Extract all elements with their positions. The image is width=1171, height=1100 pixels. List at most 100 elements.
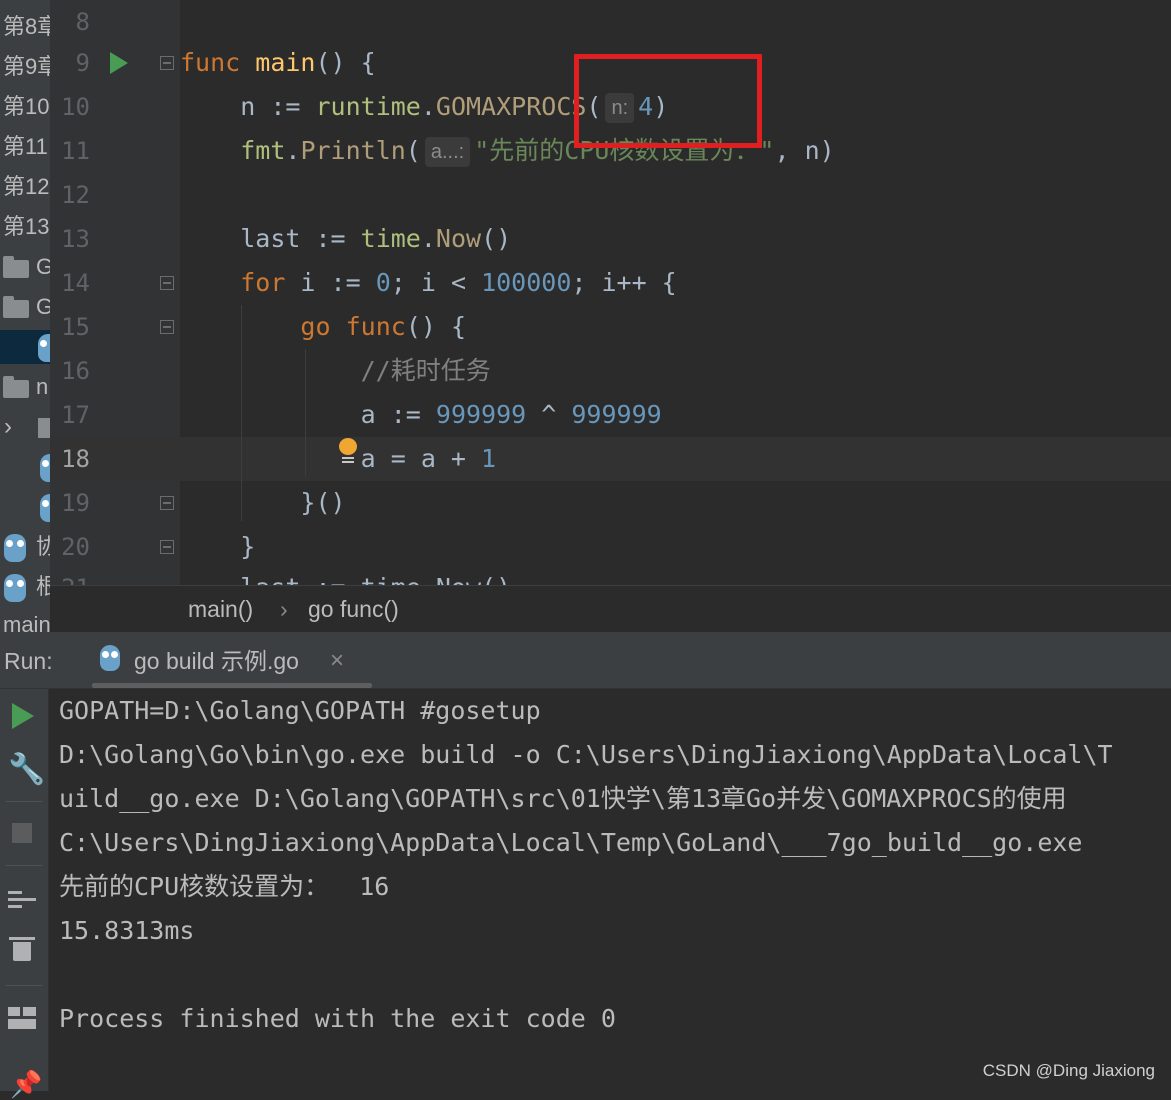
- fold-icon[interactable]: [160, 276, 174, 290]
- code-line: 15 go func() {: [50, 305, 1171, 349]
- rerun-icon[interactable]: [12, 703, 34, 729]
- number-literal: 0: [375, 268, 391, 297]
- project-item-ch13[interactable]: 第13: [0, 210, 50, 244]
- project-folder-item[interactable]: G: [0, 250, 50, 284]
- gopher-icon: [40, 454, 50, 482]
- fold-icon[interactable]: [160, 56, 174, 70]
- breadcrumb-go-func[interactable]: go func(): [308, 586, 399, 633]
- code-text: i :=: [285, 268, 376, 297]
- number-literal: 1: [481, 444, 497, 473]
- close-icon[interactable]: ×: [330, 632, 344, 690]
- stop-icon[interactable]: [12, 823, 32, 843]
- pin-icon[interactable]: 📌: [10, 1069, 42, 1099]
- function-call: Now: [435, 224, 482, 253]
- tab-active-indicator: [92, 683, 372, 688]
- run-tool-window-header: Run: go build 示例.go ×: [0, 632, 1171, 689]
- package-name: time: [360, 224, 421, 253]
- gopher-icon: [4, 574, 26, 602]
- code-line: 14 for i := 0; i < 100000; i++ {: [50, 261, 1171, 305]
- line-number: 13: [61, 225, 90, 253]
- number-literal: 999999: [435, 400, 527, 429]
- folder-icon: [3, 296, 29, 318]
- fold-icon[interactable]: [160, 540, 174, 554]
- watermark: CSDN @Ding Jiaxiong: [982, 1061, 1155, 1080]
- project-folder-item[interactable]: G: [0, 290, 50, 324]
- fold-icon[interactable]: [160, 320, 174, 334]
- function-call: Println: [300, 136, 406, 165]
- scroll-to-end-icon[interactable]: [8, 885, 38, 915]
- code-line: 8: [50, 0, 1171, 44]
- chevron-right-icon: ›: [4, 413, 12, 440]
- console-line: 先前的CPU核数设置为： 16: [59, 872, 390, 901]
- run-gutter-icon[interactable]: [110, 52, 128, 74]
- wrench-icon[interactable]: 🔧: [8, 755, 45, 785]
- console-line: D:\Golang\Go\bin\go.exe build -o C:\User…: [59, 740, 1113, 769]
- console-line: Process finished with the exit code 0: [59, 1004, 616, 1033]
- project-item-label: 第13: [3, 214, 50, 239]
- run-label: Run:: [4, 648, 53, 674]
- project-item-label: 第8章: [3, 14, 50, 39]
- project-item-ch9[interactable]: 第9章: [0, 50, 50, 84]
- toolbar-divider: [6, 801, 42, 802]
- breadcrumb-main[interactable]: main(): [188, 586, 253, 633]
- code-text: n :=: [240, 92, 316, 121]
- project-file-item[interactable]: [0, 450, 50, 484]
- project-item-label: 第9章: [3, 54, 50, 79]
- project-item-label: 第10: [3, 94, 50, 119]
- line-number: 11: [61, 137, 90, 165]
- console-line: GOPATH=D:\Golang\GOPATH #gosetup: [59, 696, 541, 725]
- console-output[interactable]: GOPATH=D:\Golang\GOPATH #gosetup D:\Gola…: [49, 689, 1171, 1091]
- project-item-ch11[interactable]: 第11: [0, 130, 50, 164]
- code-text: , n): [774, 136, 835, 165]
- folder-icon: [3, 376, 29, 398]
- keyword: func: [180, 48, 241, 77]
- parameter-hint: a...:: [424, 137, 471, 167]
- folder-icon: [3, 256, 29, 278]
- breadcrumb-separator: ›: [280, 596, 288, 622]
- project-item-ch8[interactable]: 第8章: [0, 10, 50, 44]
- code-text: }: [240, 532, 256, 561]
- toolbar-divider: [6, 985, 42, 986]
- fold-icon[interactable]: [160, 496, 174, 510]
- line-number: 16: [61, 357, 90, 385]
- package-name: runtime: [315, 92, 421, 121]
- code-text: }(): [300, 488, 346, 517]
- console-line: 15.8313ms: [59, 916, 195, 945]
- code-line: 20 }: [50, 525, 1171, 569]
- line-number: 12: [61, 181, 90, 209]
- code-text: .: [285, 136, 301, 165]
- project-file-item[interactable]: 协: [0, 530, 50, 564]
- project-folder-item[interactable]: n: [0, 370, 50, 404]
- function-name: main: [255, 48, 316, 77]
- function-call: GOMAXPROCS: [435, 92, 587, 121]
- code-text: (): [481, 224, 512, 253]
- console-line: uild__go.exe D:\Golang\GOPATH\src\01快学\第…: [59, 784, 1067, 813]
- project-file-item[interactable]: 根: [0, 570, 50, 604]
- code-line: 17 a := 999999 ^ 999999: [50, 393, 1171, 437]
- run-tab[interactable]: go build 示例.go ×: [92, 632, 372, 688]
- number-literal: 999999: [571, 400, 662, 429]
- project-item-main[interactable]: main: [0, 608, 50, 632]
- layout-icon[interactable]: [8, 1007, 36, 1029]
- project-sidebar: 第8章 第9章 第10 第11 第12 第13 G G n › 协 根 main: [0, 0, 50, 632]
- project-item-ch12[interactable]: 第12: [0, 170, 50, 204]
- breadcrumb: main() › go func(): [50, 585, 1171, 633]
- code-line: 18 a = a + 1: [50, 437, 1171, 481]
- line-number: 18: [61, 445, 90, 473]
- lightbulb-icon[interactable]: [338, 438, 358, 464]
- gopher-icon: [40, 494, 50, 522]
- project-expand-item[interactable]: ›: [0, 410, 50, 444]
- comment: //耗时任务: [360, 356, 491, 385]
- file-icon: [38, 418, 50, 438]
- code-text: .: [420, 224, 436, 253]
- project-file-item[interactable]: [0, 490, 50, 524]
- line-number: 19: [61, 489, 90, 517]
- line-number: 21: [50, 566, 90, 585]
- console-line: C:\Users\DingJiaxiong\AppData\Local\Temp…: [59, 828, 1083, 857]
- project-item-ch10[interactable]: 第10: [0, 90, 50, 124]
- code-text: last := time.Now(): [240, 573, 511, 585]
- trash-icon[interactable]: [9, 937, 35, 961]
- code-line: 19 }(): [50, 481, 1171, 525]
- line-number: 8: [75, 8, 90, 36]
- project-file-item-selected[interactable]: [0, 330, 50, 364]
